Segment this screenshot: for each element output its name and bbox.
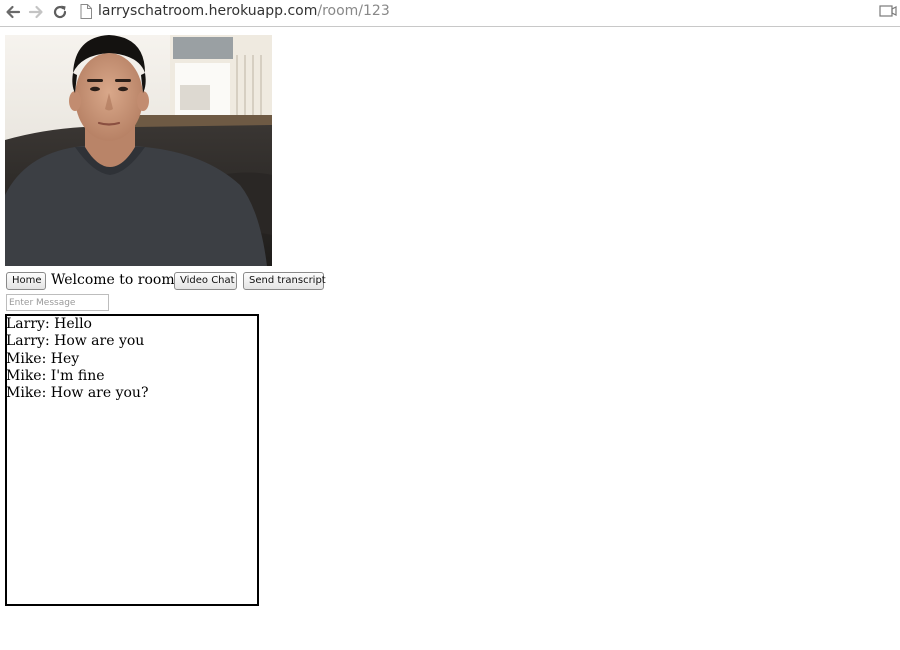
page-icon [80,4,92,19]
url-path: /room/123 [317,3,390,19]
message-input[interactable] [6,294,109,311]
video-chat-button[interactable]: Video Chat [174,272,237,290]
reload-icon[interactable] [51,3,69,21]
home-button[interactable]: Home [6,272,46,290]
url-host: larryschatroom.herokuapp.com [98,3,318,19]
forward-icon[interactable] [27,3,45,21]
send-transcript-button[interactable]: Send transcript [243,272,326,290]
address-bar[interactable]: larryschatroom.herokuapp.com/room/123 [98,2,390,20]
chat-message: Larry: How are you [6,333,145,350]
chat-message: Mike: I'm fine [6,367,105,384]
chat-log[interactable]: Larry: Hello Larry: How are you Mike: He… [5,314,259,606]
cast-icon[interactable] [878,3,900,19]
chat-message: Larry: Hello [6,316,92,332]
chat-message: Mike: How are you? [6,385,149,402]
browser-toolbar: larryschatroom.herokuapp.com/room/123 [0,0,900,27]
chat-message: Mike: Hey [6,350,80,367]
back-icon[interactable] [4,3,22,21]
webcam-video [5,35,272,266]
